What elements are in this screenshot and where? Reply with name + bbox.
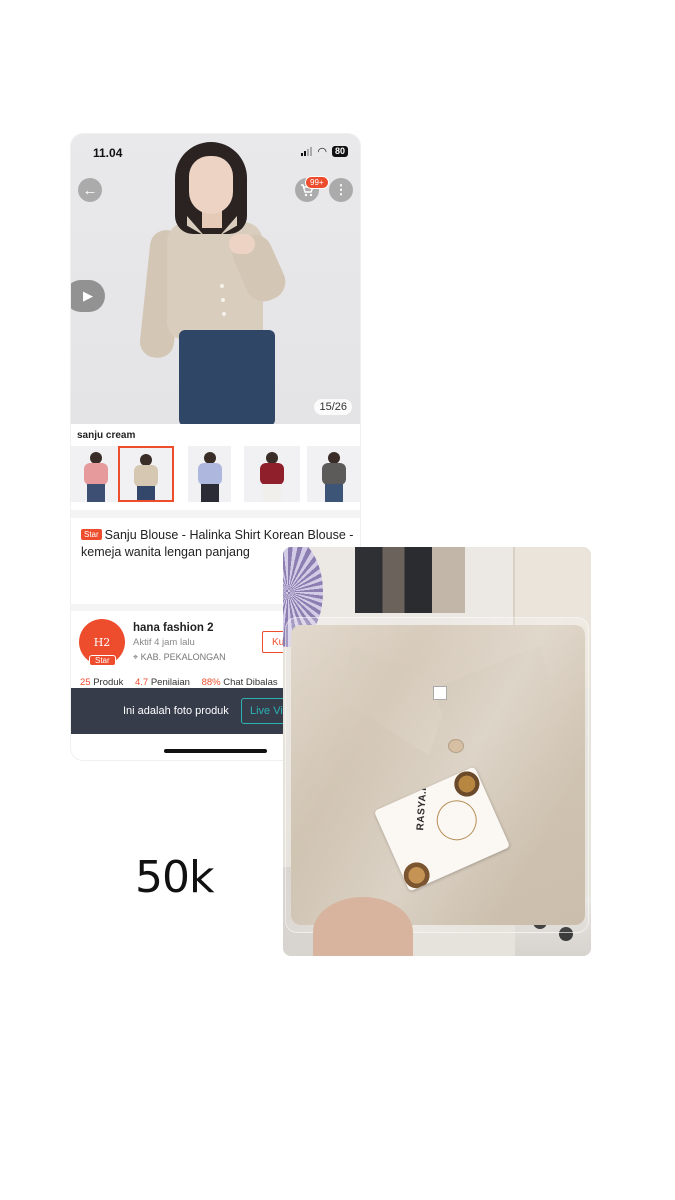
- thumb-top: [260, 463, 284, 485]
- stat-value: 25: [80, 677, 91, 688]
- battery-icon: 80: [331, 146, 348, 157]
- model-face: [189, 156, 233, 214]
- cart-badge: 99+: [305, 176, 329, 189]
- shop-location: ⌖ KAB. PEKALONGAN: [133, 652, 226, 663]
- variant-label: sanju cream: [77, 430, 136, 441]
- model-hand: [229, 234, 255, 254]
- shop-active-status: Aktif 4 jam lalu: [133, 637, 195, 648]
- blouse-button: [220, 284, 224, 288]
- product-hero-image[interactable]: 11.04 ◠ 80 ← 99+ ⋮ ▶ 15/26: [71, 134, 360, 424]
- status-time: 11.04: [93, 146, 123, 160]
- divider: [71, 510, 360, 518]
- product-photo: RASYA.ID: [283, 547, 591, 956]
- variant-thumb[interactable]: [244, 446, 300, 502]
- variant-thumb-selected[interactable]: [118, 446, 174, 502]
- variant-thumb[interactable]: [307, 446, 360, 502]
- image-counter: 15/26: [314, 399, 352, 415]
- stat-label: Penilaian: [150, 677, 190, 688]
- plastic-wrap: [285, 617, 589, 933]
- thumb-top: [197, 463, 222, 485]
- more-vertical-icon[interactable]: ⋮: [329, 178, 353, 202]
- model-jeans: [179, 330, 275, 424]
- hanging-clothes: [355, 547, 465, 613]
- signal-icon: [301, 147, 313, 156]
- blouse-button: [221, 298, 225, 302]
- thumb-bottom: [263, 484, 281, 502]
- stat-label: Chat Dibalas: [223, 677, 278, 688]
- thumb-bottom: [137, 486, 155, 500]
- thumb-bottom: [200, 484, 219, 502]
- shop-logo-text: H2: [93, 635, 111, 649]
- thumb-top: [134, 465, 158, 487]
- stat-value: 88%: [201, 677, 221, 688]
- variant-thumb[interactable]: [71, 446, 124, 502]
- thumb-bottom: [87, 484, 105, 502]
- home-indicator: [164, 749, 267, 753]
- status-icons: ◠ 80: [301, 146, 348, 157]
- variant-thumb[interactable]: [188, 446, 231, 502]
- shop-name[interactable]: hana fashion 2: [133, 622, 214, 634]
- price-text: 50k: [135, 852, 214, 903]
- shop-location-text: KAB. PEKALONGAN: [140, 652, 226, 662]
- star-badge: Star: [81, 529, 102, 540]
- shop-stats: 25 Produk 4.7 Penilaian 88% Chat Dibalas: [80, 677, 278, 688]
- stat-value: 4.7: [134, 677, 149, 688]
- thumb-bottom: [324, 484, 343, 502]
- tag-ring: [430, 793, 484, 847]
- variant-thumbnails: [71, 446, 360, 504]
- back-arrow-icon[interactable]: ←: [78, 178, 102, 202]
- play-icon[interactable]: ▶: [71, 280, 105, 312]
- blouse-button: [222, 312, 226, 316]
- banner-text: Ini adalah foto produk: [123, 705, 229, 717]
- thumb-top: [321, 463, 346, 485]
- location-pin-icon: ⌖: [133, 652, 139, 662]
- shop-star-badge: Star: [89, 655, 116, 666]
- stat-label: Produk: [93, 677, 124, 688]
- wifi-icon: ◠: [317, 145, 327, 158]
- thumb-top: [84, 463, 108, 485]
